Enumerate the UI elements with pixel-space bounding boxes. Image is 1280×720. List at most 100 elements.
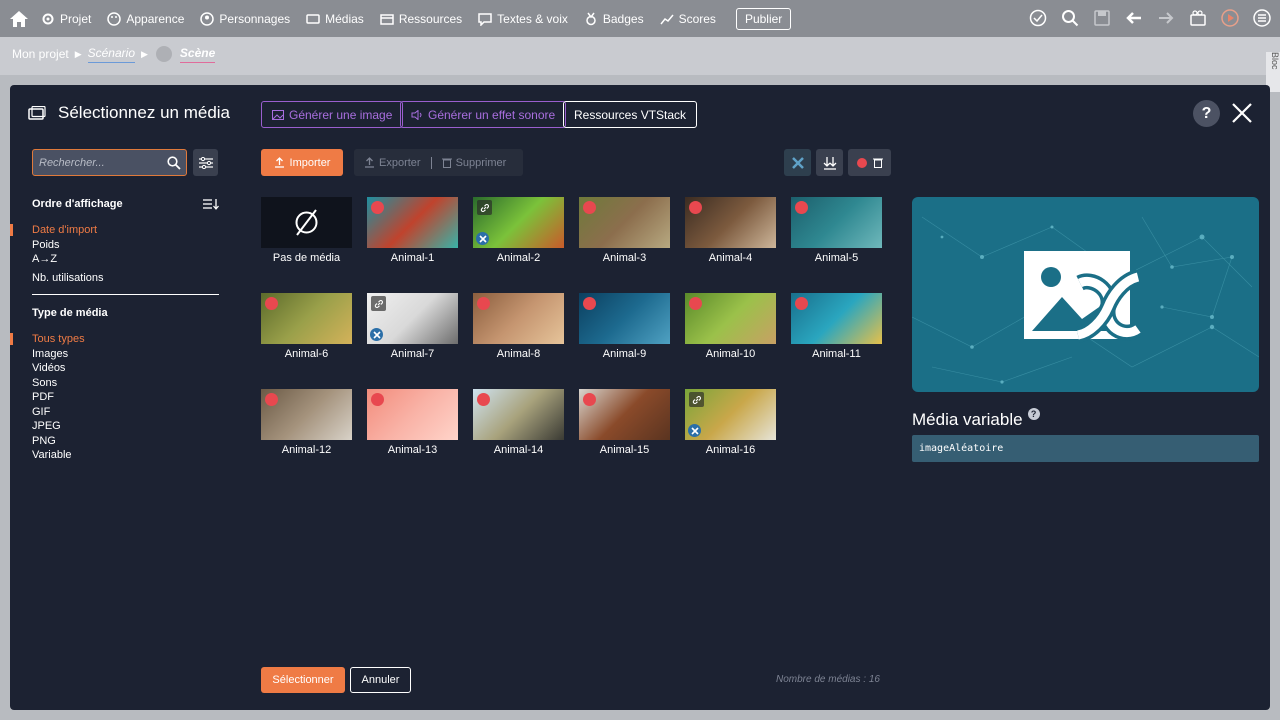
- media-tile[interactable]: Animal-1: [367, 197, 458, 264]
- media-tile[interactable]: Animal-16: [685, 389, 776, 456]
- media-label: Animal-11: [812, 348, 861, 360]
- unused-dot-icon: [371, 393, 384, 406]
- media-tile[interactable]: Animal-4: [685, 197, 776, 264]
- media-picker-modal: Sélectionnez un média Générer une image …: [10, 85, 1270, 710]
- breadcrumb-scene[interactable]: Scène: [179, 46, 216, 63]
- delete-marked-button[interactable]: [848, 149, 891, 176]
- media-icon: [28, 106, 46, 120]
- media-tile[interactable]: Animal-12: [261, 389, 352, 456]
- type-item[interactable]: Vidéos: [32, 361, 85, 376]
- variable-name-field[interactable]: imageAléatoire: [912, 435, 1259, 462]
- no-media-icon: [261, 197, 352, 248]
- media-thumbnail: [367, 389, 458, 440]
- menu-scores[interactable]: Scores: [659, 12, 716, 26]
- filter-settings-button[interactable]: [193, 149, 218, 176]
- type-item[interactable]: Variable: [32, 448, 85, 463]
- menu-apparence[interactable]: Apparence: [107, 12, 184, 26]
- help-icon[interactable]: ?: [1193, 100, 1220, 127]
- media-tile[interactable]: Animal-11: [791, 293, 882, 360]
- order-item[interactable]: Poids: [32, 238, 104, 253]
- unused-dot-icon: [583, 297, 596, 310]
- generate-image-button[interactable]: Générer une image: [261, 101, 404, 128]
- media-preview: [912, 197, 1259, 392]
- media-label: Animal-2: [496, 252, 541, 264]
- menu-projet[interactable]: Projet: [41, 12, 91, 26]
- media-label: Animal-13: [387, 444, 438, 456]
- sort-download-button[interactable]: [816, 149, 843, 176]
- person-icon: [200, 11, 215, 26]
- type-item[interactable]: PNG: [32, 434, 85, 449]
- media-thumbnail: [261, 293, 352, 344]
- order-item[interactable]: A→Z: [32, 252, 104, 267]
- check-circle-icon[interactable]: [1028, 8, 1048, 28]
- no-media-tile[interactable]: Pas de média: [261, 197, 352, 264]
- publish-button[interactable]: Publier: [735, 7, 792, 30]
- camera-icon[interactable]: [1188, 8, 1208, 28]
- type-item[interactable]: JPEG: [32, 419, 85, 434]
- variable-title-text: Média variable: [912, 410, 1023, 429]
- media-thumbnail: [367, 293, 458, 344]
- red-dot-icon: [856, 157, 867, 168]
- export-button[interactable]: Exporter: [364, 157, 421, 169]
- breadcrumb-scenario[interactable]: Scénario: [87, 46, 135, 63]
- button-label: Importer: [289, 156, 331, 169]
- button-label: Supprimer: [455, 156, 507, 169]
- media-tile[interactable]: Animal-15: [579, 389, 670, 456]
- type-item[interactable]: Sons: [32, 376, 85, 391]
- unused-dot-icon: [795, 297, 808, 310]
- breadcrumb-project[interactable]: Mon projet: [12, 47, 69, 61]
- generate-sound-button[interactable]: Générer un effet sonore: [400, 101, 567, 128]
- redo-arrow-icon[interactable]: [1156, 8, 1176, 28]
- save-icon[interactable]: [1092, 8, 1112, 28]
- sort-icon[interactable]: [203, 198, 220, 210]
- menu-textes-voix[interactable]: Textes & voix: [478, 12, 568, 26]
- order-item[interactable]: Date d'import: [10, 223, 104, 238]
- media-label: Animal-10: [705, 348, 756, 360]
- media-tile[interactable]: Animal-6: [261, 293, 352, 360]
- media-tile[interactable]: Animal-2: [473, 197, 564, 264]
- download-order-icon: [823, 156, 836, 170]
- type-item[interactable]: PDF: [32, 390, 85, 405]
- variable-filter-button[interactable]: [784, 149, 811, 176]
- top-right-tools: [1028, 8, 1272, 28]
- hamburger-menu-icon[interactable]: [1252, 8, 1272, 28]
- search-icon[interactable]: [167, 156, 181, 170]
- menu-personnages[interactable]: Personnages: [200, 12, 290, 26]
- order-item[interactable]: Nb. utilisations: [32, 271, 104, 286]
- media-label: Animal-14: [493, 444, 544, 456]
- type-item[interactable]: GIF: [32, 405, 85, 420]
- menu-ressources[interactable]: Ressources: [380, 12, 462, 26]
- vtstack-resources-button[interactable]: Ressources VTStack: [563, 101, 698, 128]
- media-tile[interactable]: Animal-7: [367, 293, 458, 360]
- help-icon[interactable]: ?: [1027, 408, 1040, 420]
- modal-title-text: Sélectionnez un média: [58, 103, 231, 122]
- cancel-button[interactable]: Annuler: [350, 667, 411, 693]
- select-button[interactable]: Sélectionner: [261, 667, 345, 693]
- media-tile[interactable]: Animal-14: [473, 389, 564, 456]
- search-input[interactable]: Rechercher...: [32, 149, 187, 176]
- menu-badges[interactable]: Badges: [584, 12, 644, 26]
- media-label: Animal-15: [599, 444, 650, 456]
- speech-bubble-icon: [478, 12, 492, 26]
- palette-icon: [107, 11, 122, 26]
- search-icon[interactable]: [1060, 8, 1080, 28]
- media-tile[interactable]: Animal-10: [685, 293, 776, 360]
- play-icon[interactable]: [1220, 8, 1240, 28]
- speaker-icon: [411, 109, 422, 120]
- close-icon[interactable]: [1230, 101, 1254, 125]
- media-tile[interactable]: Animal-9: [579, 293, 670, 360]
- menu-medias[interactable]: Médias: [306, 12, 364, 26]
- delete-button[interactable]: Supprimer: [441, 156, 507, 169]
- import-button[interactable]: Importer: [261, 149, 343, 176]
- menu-label: Projet: [60, 11, 92, 26]
- type-item[interactable]: Tous types: [10, 332, 85, 347]
- home-icon[interactable]: [9, 10, 29, 28]
- type-item[interactable]: Images: [32, 347, 85, 362]
- media-tile[interactable]: Animal-5: [791, 197, 882, 264]
- media-label: Animal-6: [284, 348, 329, 360]
- undo-arrow-icon[interactable]: [1124, 8, 1144, 28]
- media-tile[interactable]: Animal-13: [367, 389, 458, 456]
- box-icon: [380, 13, 394, 25]
- media-tile[interactable]: Animal-3: [579, 197, 670, 264]
- media-tile[interactable]: Animal-8: [473, 293, 564, 360]
